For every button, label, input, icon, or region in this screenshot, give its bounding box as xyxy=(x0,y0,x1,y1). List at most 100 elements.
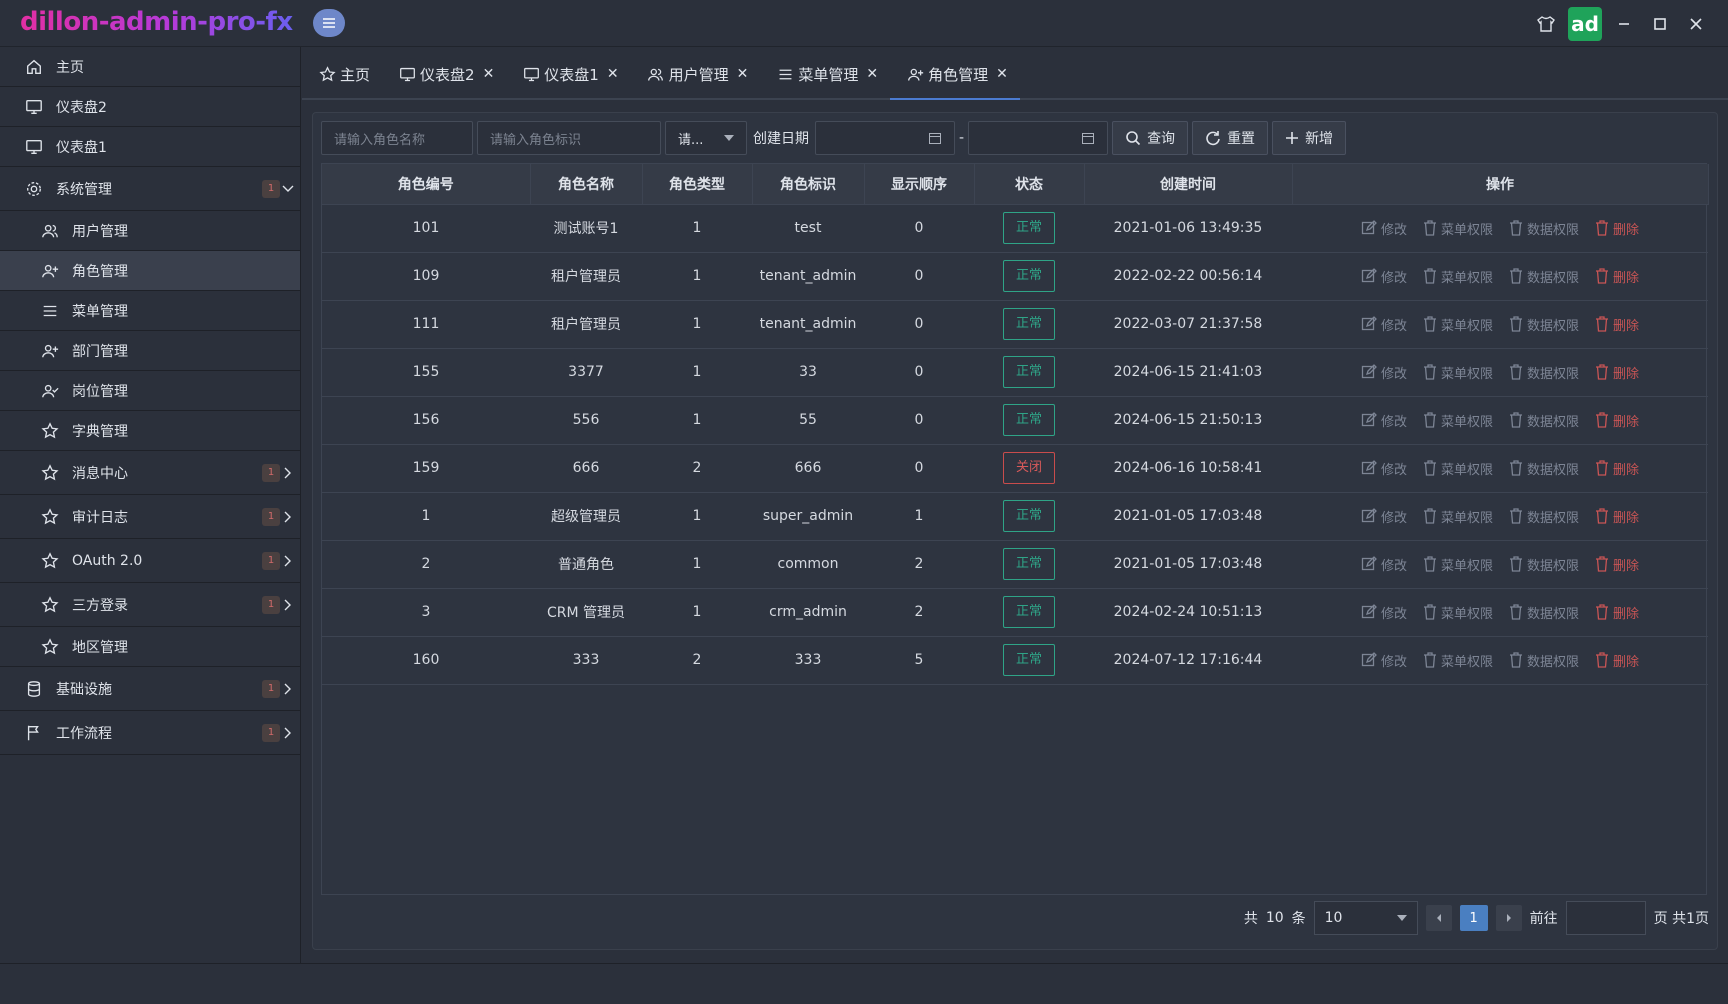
role-name-input[interactable]: 请输入角色名称 xyxy=(321,121,473,155)
sidebar-item[interactable]: 工作流程 1 xyxy=(0,711,300,755)
sidebar-item[interactable]: 三方登录 1 xyxy=(0,583,300,627)
edit-button[interactable]: 修改 xyxy=(1361,555,1407,574)
menu-permission-button[interactable]: 菜单权限 xyxy=(1423,363,1493,382)
sidebar-item[interactable]: 基础设施 1 xyxy=(0,667,300,711)
cell-id: 111 xyxy=(322,300,530,349)
theme-shirt-button[interactable] xyxy=(1528,8,1564,40)
sidebar-item[interactable]: 仪表盘2 xyxy=(0,87,300,127)
tab[interactable]: 角色管理 ✕ xyxy=(890,50,1020,100)
tab-label: 主页 xyxy=(340,65,371,84)
prev-page-button[interactable] xyxy=(1425,905,1452,931)
data-permission-button[interactable]: 数据权限 xyxy=(1509,219,1579,238)
tab[interactable]: 菜单管理 ✕ xyxy=(760,50,890,98)
delete-button[interactable]: 删除 xyxy=(1595,555,1639,574)
sidebar-item[interactable]: 用户管理 xyxy=(0,211,300,251)
sidebar-item[interactable]: 部门管理 xyxy=(0,331,300,371)
data-permission-button[interactable]: 数据权限 xyxy=(1509,363,1579,382)
data-permission-button[interactable]: 数据权限 xyxy=(1509,555,1579,574)
cell-status: 关闭 xyxy=(974,444,1084,493)
edit-button[interactable]: 修改 xyxy=(1361,411,1407,430)
chevron-right-icon xyxy=(282,555,294,567)
tab-close-icon[interactable]: ✕ xyxy=(607,66,619,82)
delete-button[interactable]: 删除 xyxy=(1595,315,1639,334)
tab-close-icon[interactable]: ✕ xyxy=(483,66,495,82)
sidebar-item[interactable]: OAuth 2.0 1 xyxy=(0,539,300,583)
menu-permission-button[interactable]: 菜单权限 xyxy=(1423,555,1493,574)
current-page-button[interactable]: 1 xyxy=(1459,905,1488,931)
edit-button[interactable]: 修改 xyxy=(1361,363,1407,382)
edit-button[interactable]: 修改 xyxy=(1361,459,1407,478)
tab-close-icon[interactable]: ✕ xyxy=(996,66,1008,82)
sidebar-item[interactable]: 岗位管理 xyxy=(0,371,300,411)
menu-permission-button[interactable]: 菜单权限 xyxy=(1423,507,1493,526)
query-button[interactable]: 查询 xyxy=(1112,121,1189,155)
sidebar-item[interactable]: 仪表盘1 xyxy=(0,127,300,167)
add-button[interactable]: 新增 xyxy=(1272,121,1347,155)
goto-page-input[interactable] xyxy=(1565,901,1646,935)
users-icon xyxy=(647,65,665,83)
sidebar-item[interactable]: 字典管理 xyxy=(0,411,300,451)
delete-button[interactable]: 删除 xyxy=(1595,363,1639,382)
delete-label: 删除 xyxy=(1613,654,1640,670)
menu-permission-label: 菜单权限 xyxy=(1440,270,1493,286)
start-date-picker[interactable] xyxy=(815,121,955,155)
sidebar-item[interactable]: 系统管理 1 xyxy=(0,167,300,211)
maximize-icon xyxy=(1654,18,1666,30)
page-size-select[interactable]: 10 xyxy=(1313,901,1418,935)
edit-button[interactable]: 修改 xyxy=(1361,219,1407,238)
menu-permission-button[interactable]: 菜单权限 xyxy=(1423,267,1493,286)
cell-created: 2021-01-05 17:03:48 xyxy=(1084,492,1292,541)
sidebar-item[interactable]: 角色管理 xyxy=(0,251,300,291)
close-window-button[interactable] xyxy=(1678,8,1714,40)
avatar[interactable]: ad xyxy=(1568,7,1602,41)
tab[interactable]: 主页 xyxy=(302,50,382,98)
data-permission-button[interactable]: 数据权限 xyxy=(1509,315,1579,334)
data-permission-button[interactable]: 数据权限 xyxy=(1509,411,1579,430)
edit-label: 修改 xyxy=(1380,558,1407,574)
delete-label: 删除 xyxy=(1613,510,1640,526)
edit-button[interactable]: 修改 xyxy=(1361,507,1407,526)
edit-button[interactable]: 修改 xyxy=(1361,603,1407,622)
delete-button[interactable]: 删除 xyxy=(1595,267,1639,286)
sidebar-item[interactable]: 地区管理 xyxy=(0,627,300,667)
sidebar-item[interactable]: 审计日志 1 xyxy=(0,495,300,539)
menu-permission-button[interactable]: 菜单权限 xyxy=(1423,315,1493,334)
tab[interactable]: 仪表盘1 ✕ xyxy=(506,50,630,98)
menu-permission-button[interactable]: 菜单权限 xyxy=(1423,459,1493,478)
maximize-button[interactable] xyxy=(1642,8,1678,40)
next-page-button[interactable] xyxy=(1495,905,1522,931)
delete-button[interactable]: 删除 xyxy=(1595,603,1639,622)
data-permission-button[interactable]: 数据权限 xyxy=(1509,507,1579,526)
tab[interactable]: 仪表盘2 ✕ xyxy=(382,50,506,98)
tab[interactable]: 用户管理 ✕ xyxy=(631,50,761,98)
edit-button[interactable]: 修改 xyxy=(1361,267,1407,286)
menu-permission-button[interactable]: 菜单权限 xyxy=(1423,411,1493,430)
delete-button[interactable]: 删除 xyxy=(1595,411,1639,430)
cell-status: 正常 xyxy=(974,252,1084,301)
data-permission-button[interactable]: 数据权限 xyxy=(1509,651,1579,670)
data-permission-button[interactable]: 数据权限 xyxy=(1509,267,1579,286)
data-permission-button[interactable]: 数据权限 xyxy=(1509,459,1579,478)
menu-permission-button[interactable]: 菜单权限 xyxy=(1423,651,1493,670)
menu-permission-button[interactable]: 菜单权限 xyxy=(1423,219,1493,238)
delete-button[interactable]: 删除 xyxy=(1595,507,1639,526)
edit-button[interactable]: 修改 xyxy=(1361,315,1407,334)
tab-close-icon[interactable]: ✕ xyxy=(737,66,749,82)
delete-button[interactable]: 删除 xyxy=(1595,651,1639,670)
menu-permission-button[interactable]: 菜单权限 xyxy=(1423,603,1493,622)
status-select[interactable]: 请... xyxy=(665,121,747,155)
edit-button[interactable]: 修改 xyxy=(1361,651,1407,670)
role-key-input[interactable]: 请输入角色标识 xyxy=(477,121,661,155)
tab-close-icon[interactable]: ✕ xyxy=(866,66,878,82)
end-date-picker[interactable] xyxy=(968,121,1109,155)
sidebar-item[interactable]: 消息中心 1 xyxy=(0,451,300,495)
minimize-button[interactable] xyxy=(1606,8,1642,40)
delete-button[interactable]: 删除 xyxy=(1595,459,1639,478)
sidebar-item[interactable]: 菜单管理 xyxy=(0,291,300,331)
data-permission-button[interactable]: 数据权限 xyxy=(1509,603,1579,622)
menu-toggle-button[interactable] xyxy=(313,9,345,37)
reset-button[interactable]: 重置 xyxy=(1192,121,1269,155)
delete-button[interactable]: 删除 xyxy=(1595,219,1639,238)
edit-icon xyxy=(1361,268,1377,283)
sidebar-item[interactable]: 主页 xyxy=(0,47,300,87)
